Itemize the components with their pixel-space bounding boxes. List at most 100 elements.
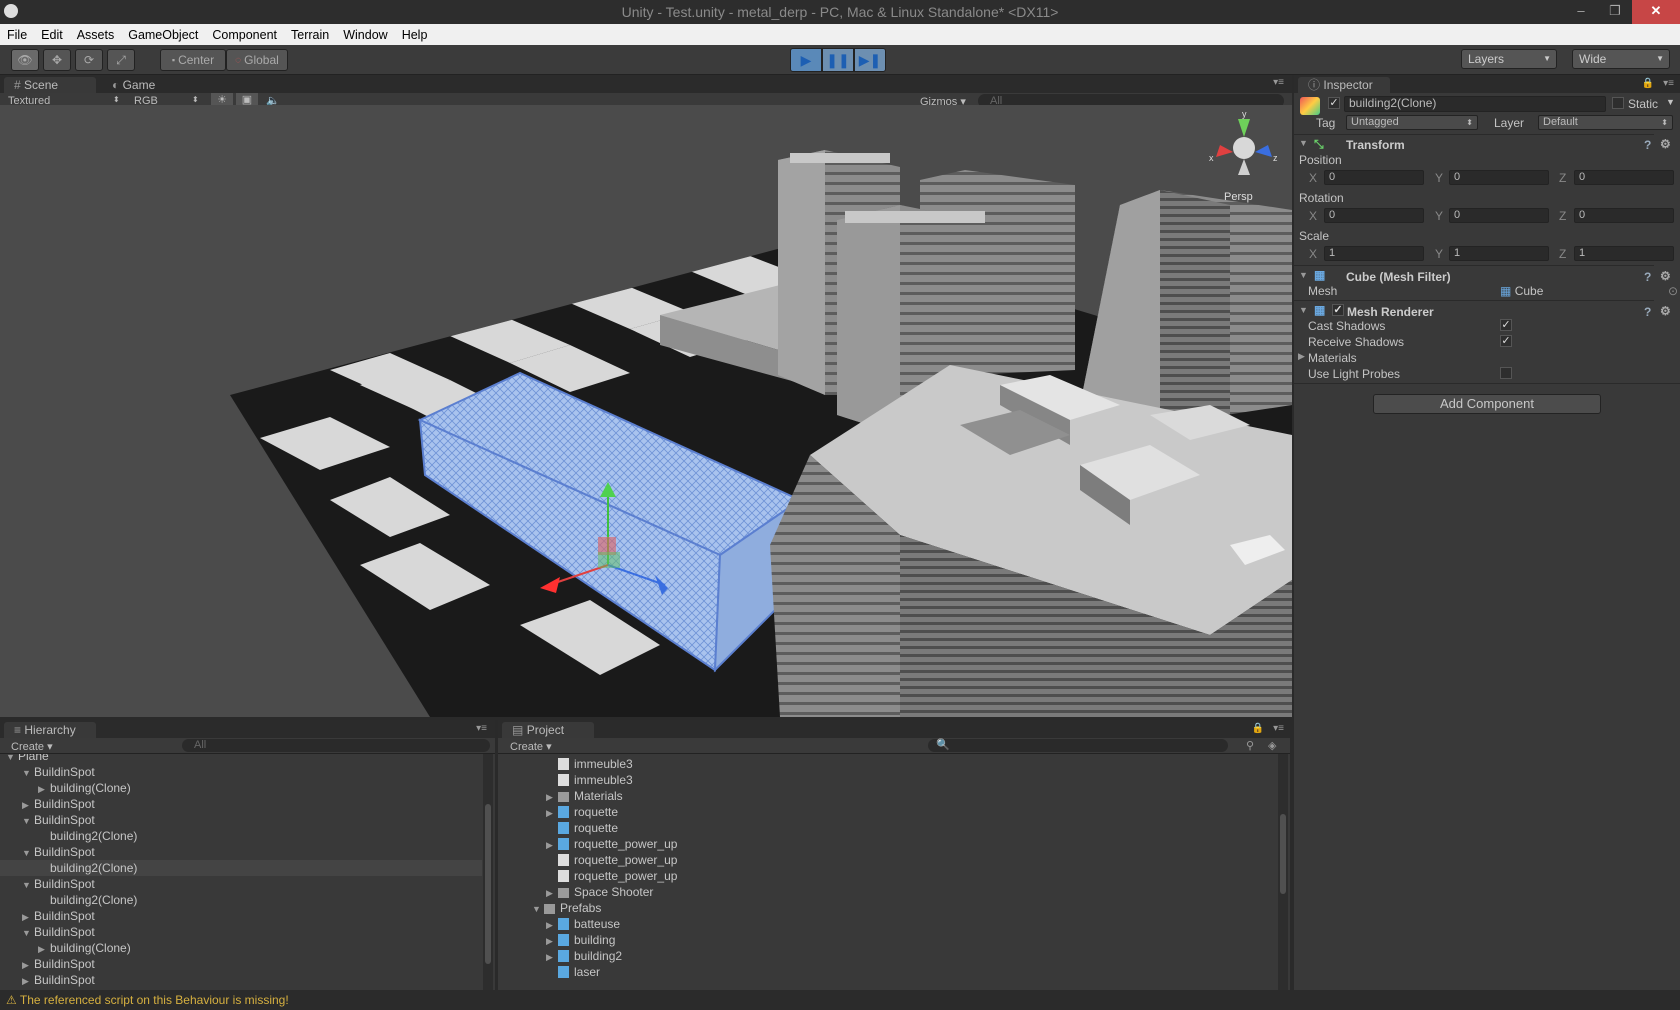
mesh-filter-header[interactable]: ▼ ▦ Cube (Mesh Filter) ? ⚙ [1294, 265, 1671, 285]
project-row[interactable]: ▶ Materials [546, 788, 623, 804]
play-button[interactable]: ▶ [790, 48, 822, 72]
tab-hierarchy[interactable]: ≡ Hierarchy [4, 722, 96, 739]
hierarchy-row[interactable]: building2(Clone) [0, 892, 482, 908]
panel-menu-icon[interactable]: ▾≡ [476, 723, 487, 734]
pivot-global-button[interactable]: ◌ Global [226, 49, 288, 71]
project-search-input[interactable]: 🔍 [928, 739, 1228, 752]
panel-menu-icon[interactable]: ▾≡ [1273, 723, 1284, 734]
static-checkbox[interactable] [1612, 97, 1624, 109]
project-create-dropdown[interactable]: Create ▾ [510, 740, 552, 753]
light-probes-checkbox[interactable] [1500, 367, 1512, 379]
cast-shadows-checkbox[interactable]: ✓ [1500, 319, 1512, 331]
gear-icon[interactable]: ⚙ [1660, 137, 1671, 151]
foldout-arrow-icon[interactable]: ▶ [546, 837, 558, 853]
foldout-arrow-icon[interactable]: ▼ [22, 925, 34, 941]
project-row[interactable]: ▼ Prefabs [532, 900, 601, 916]
scene-viewport[interactable]: y x z Persp [0, 105, 1292, 717]
foldout-arrow-icon[interactable]: ▼ [22, 877, 34, 893]
layer-dropdown[interactable]: Default ⬍ [1538, 115, 1673, 130]
move-tool-icon[interactable]: ✥ [43, 49, 71, 71]
minimize-button[interactable]: – [1564, 0, 1598, 24]
hierarchy-row[interactable]: ▼ BuildinSpot [0, 924, 482, 940]
close-button[interactable]: ✕ [1632, 0, 1680, 24]
foldout-arrow-icon[interactable]: ▶ [546, 917, 558, 933]
pivot-center-button[interactable]: ▪ Center [160, 49, 226, 71]
maximize-button[interactable]: ❐ [1598, 0, 1632, 24]
active-checkbox[interactable]: ✓ [1328, 97, 1340, 109]
foldout-arrow-icon[interactable]: ▶ [546, 789, 558, 805]
scale-y-field[interactable]: 1 [1449, 246, 1549, 261]
foldout-arrow-icon[interactable]: ▶ [546, 949, 558, 965]
layout-dropdown[interactable]: Wide ▼ [1572, 49, 1670, 69]
step-button[interactable]: ▶❚ [854, 48, 886, 72]
scale-z-field[interactable]: 1 [1574, 246, 1674, 261]
project-row[interactable]: roquette_power_up [546, 852, 677, 868]
project-row[interactable]: ▶ building2 [546, 948, 622, 964]
foldout-arrow-icon[interactable]: ▼ [22, 845, 34, 861]
foldout-arrow-icon[interactable]: ▼ [532, 901, 544, 917]
layers-dropdown[interactable]: Layers ▼ [1461, 49, 1557, 69]
foldout-arrow-icon[interactable]: ▶ [38, 941, 50, 957]
project-row[interactable]: ▶ batteuse [546, 916, 620, 932]
menu-terrain[interactable]: Terrain [284, 28, 336, 42]
hierarchy-create-dropdown[interactable]: Create ▾ [11, 740, 53, 753]
hierarchy-row[interactable]: ▼ Plane [0, 754, 482, 764]
menu-window[interactable]: Window [336, 28, 394, 42]
pause-button[interactable]: ❚❚ [822, 48, 854, 72]
tag-dropdown[interactable]: Untagged ⬍ [1346, 115, 1478, 130]
project-row[interactable]: roquette_power_up [546, 868, 677, 884]
project-row[interactable]: roquette [546, 820, 618, 836]
project-row[interactable]: laser [546, 964, 600, 980]
transform-header[interactable]: ▼ ⤡ Transform ? ⚙ [1294, 134, 1671, 154]
project-row[interactable]: immeuble3 [546, 772, 633, 788]
tab-inspector[interactable]: ⓘ Inspector [1298, 77, 1390, 94]
object-name-field[interactable]: building2(Clone) [1344, 96, 1606, 112]
help-icon[interactable]: ? [1644, 138, 1651, 152]
position-y-field[interactable]: 0 [1449, 170, 1549, 185]
help-icon[interactable]: ? [1644, 270, 1651, 284]
filter-by-type-icon[interactable]: ⚲ [1246, 739, 1254, 752]
lock-icon[interactable]: 🔒 [1642, 78, 1654, 89]
position-z-field[interactable]: 0 [1574, 170, 1674, 185]
position-x-field[interactable]: 0 [1324, 170, 1424, 185]
hierarchy-row[interactable]: ▼ BuildinSpot [0, 844, 482, 860]
hierarchy-row[interactable]: building2(Clone) [0, 860, 482, 876]
materials-foldout[interactable]: Materials [1308, 351, 1357, 365]
foldout-arrow-icon[interactable]: ▶ [22, 973, 34, 989]
hierarchy-row[interactable]: ▶ BuildinSpot [0, 908, 482, 924]
panel-menu-icon[interactable]: ▾≡ [1273, 77, 1284, 88]
lock-icon[interactable]: 🔒 [1252, 723, 1264, 734]
tab-game[interactable]: ◐ Game [102, 77, 182, 94]
foldout-arrow-icon[interactable]: ▼ [22, 765, 34, 781]
mesh-renderer-enabled-checkbox[interactable]: ✓ [1332, 304, 1344, 316]
foldout-arrow-icon[interactable]: ▶ [22, 957, 34, 973]
foldout-arrow-icon[interactable]: ▶ [546, 933, 558, 949]
hierarchy-row[interactable]: ▼ BuildinSpot [0, 812, 482, 828]
object-picker-icon[interactable]: ⊙ [1668, 284, 1678, 298]
hierarchy-row[interactable]: ▶ BuildinSpot [0, 796, 482, 812]
foldout-arrow-icon[interactable]: ▼ [22, 813, 34, 829]
project-row[interactable]: ▶ building [546, 932, 615, 948]
hierarchy-row[interactable]: ▼ BuildinSpot [0, 764, 482, 780]
gear-icon[interactable]: ⚙ [1660, 304, 1671, 318]
hierarchy-scrollbar[interactable] [483, 754, 493, 990]
filter-by-label-icon[interactable]: ◈ [1268, 739, 1276, 752]
foldout-arrow-icon[interactable]: ▶ [38, 781, 50, 797]
help-icon[interactable]: ? [1644, 305, 1651, 319]
mesh-value-field[interactable]: ▦ Cube [1500, 284, 1543, 298]
receive-shadows-checkbox[interactable]: ✓ [1500, 335, 1512, 347]
rotation-y-field[interactable]: 0 [1449, 208, 1549, 223]
gear-icon[interactable]: ⚙ [1660, 269, 1671, 283]
foldout-arrow-icon[interactable]: ▶ [22, 797, 34, 813]
hierarchy-row[interactable]: ▶ building(Clone) [0, 780, 482, 796]
project-row[interactable]: ▶ Space Shooter [546, 884, 653, 900]
panel-menu-icon[interactable]: ▾≡ [1663, 78, 1674, 89]
hand-tool-icon[interactable]: 👁 [11, 49, 39, 71]
hierarchy-search-input[interactable]: All [182, 739, 490, 752]
scale-x-field[interactable]: 1 [1324, 246, 1424, 261]
status-bar[interactable]: ⚠ The referenced script on this Behaviou… [0, 990, 1680, 1010]
tab-scene[interactable]: # Scene [4, 77, 96, 94]
menu-component[interactable]: Component [205, 28, 284, 42]
static-dropdown-icon[interactable]: ▼ [1666, 97, 1675, 107]
scale-tool-icon[interactable]: ⤢ [107, 49, 135, 71]
